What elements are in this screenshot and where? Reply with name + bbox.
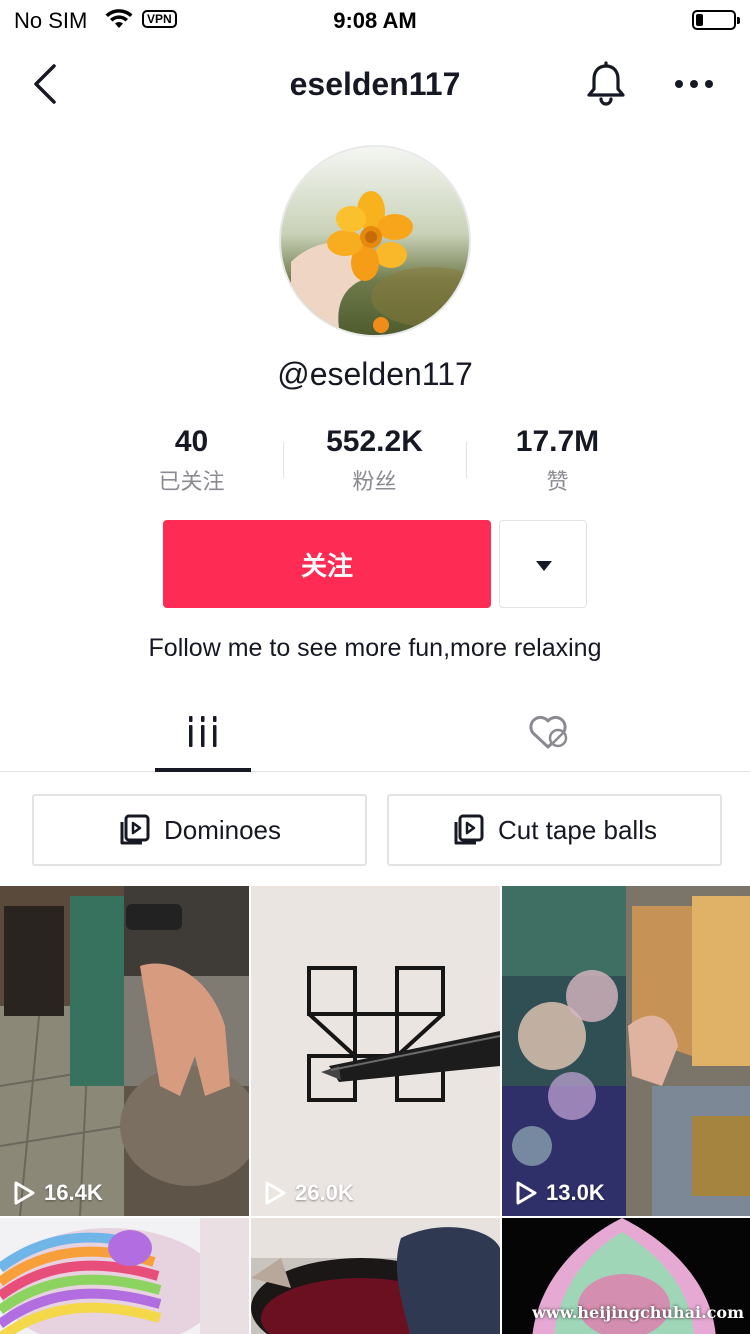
view-count-label: 26.0K (295, 1180, 354, 1205)
video-thumbnail (502, 886, 750, 1216)
profile-bio: Follow me to see more fun,more relaxing (148, 634, 602, 662)
view-count: 13.0K (514, 1180, 605, 1206)
video-thumbnail (251, 1218, 500, 1334)
stat-following[interactable]: 40 已关注 (100, 424, 283, 496)
playlist-cut-tape-balls[interactable]: Cut tape balls (387, 794, 722, 866)
follow-button[interactable]: 关注 (163, 520, 491, 608)
stat-value: 17.7M (515, 425, 600, 458)
nav-bar: eselden117 (0, 50, 750, 120)
video-tile[interactable] (251, 1218, 500, 1334)
grid-bars-icon (189, 716, 217, 747)
battery-level (696, 14, 704, 26)
status-bar: No SIM VPN 9:08 AM (0, 0, 750, 40)
stat-label: 已关注 (158, 469, 225, 494)
active-tab-indicator (155, 768, 251, 772)
video-tile[interactable]: 26.0K (251, 886, 500, 1216)
avatar-flower-image (281, 147, 469, 335)
bell-icon[interactable] (582, 60, 630, 108)
tab-videos[interactable] (155, 690, 251, 772)
video-tile[interactable] (0, 1218, 249, 1334)
video-thumbnail (0, 1218, 249, 1334)
play-icon (516, 1181, 537, 1205)
stat-label: 粉丝 (352, 469, 397, 494)
ellipsis-icon[interactable] (670, 66, 718, 102)
playlist-label: Dominoes (163, 814, 282, 845)
view-count: 16.4K (12, 1180, 103, 1206)
stat-label: 赞 (546, 469, 569, 494)
view-count: 26.0K (263, 1180, 354, 1206)
video-thumbnail (0, 886, 249, 1216)
video-tile[interactable]: www.heijingchuhai.com (502, 1218, 750, 1334)
playlist-icon (454, 814, 484, 845)
video-tile[interactable]: 16.4K (0, 886, 249, 1216)
video-thumbnail (251, 886, 500, 1216)
play-icon (265, 1181, 286, 1205)
profile-tabs (0, 690, 750, 772)
heart-hidden-icon (529, 715, 568, 749)
tab-liked[interactable] (500, 690, 596, 772)
video-tile[interactable]: 13.0K (502, 886, 750, 1216)
profile-handle: @eselden117 (277, 356, 473, 392)
battery-icon (692, 10, 740, 30)
view-count-label: 16.4K (44, 1180, 103, 1205)
stat-value: 552.2K (326, 425, 423, 458)
playlist-label: Cut tape balls (498, 814, 657, 845)
playlist-icon (120, 814, 150, 845)
stat-likes[interactable]: 17.7M 赞 (466, 424, 649, 496)
play-icon (14, 1181, 35, 1205)
stat-value: 40 (174, 425, 209, 458)
clock: 9:08 AM (333, 8, 417, 33)
watermark-text: www.heijingchuhai.com (532, 1303, 744, 1322)
stat-followers[interactable]: 552.2K 粉丝 (283, 424, 466, 496)
profile-stats: 40 已关注 552.2K 粉丝 17.7M 赞 (100, 424, 650, 496)
suggested-accounts-dropdown[interactable] (499, 520, 587, 608)
page-title: eselden117 (289, 66, 461, 102)
avatar[interactable] (279, 145, 471, 337)
playlist-dominoes[interactable]: Dominoes (32, 794, 367, 866)
caret-down-icon (536, 561, 552, 571)
view-count-label: 13.0K (546, 1180, 605, 1205)
